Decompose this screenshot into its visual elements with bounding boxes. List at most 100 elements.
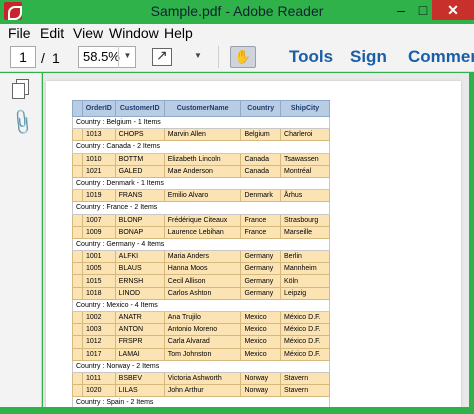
- group-row: Country : Belgium - 1 Items: [72, 115, 330, 130]
- cell-customername: Elizabeth Lincoln: [163, 152, 242, 166]
- comment-button[interactable]: Commen: [408, 47, 474, 67]
- group-row: Country : Denmark - 1 Items: [72, 176, 330, 191]
- cell-orderid: 1007: [82, 213, 116, 227]
- table-row: 1012 FRSPR Carla Alvarad Mexico México D.F.: [72, 335, 330, 349]
- cell-country: Canada: [240, 152, 282, 166]
- group-row: Country : Canada - 2 Items: [72, 140, 330, 154]
- paperclip-icon[interactable]: 📎: [7, 107, 37, 136]
- maximize-button[interactable]: □: [412, 0, 434, 20]
- column-header-customername: CustomerName: [163, 100, 242, 117]
- chevron-down-icon[interactable]: ▼: [118, 46, 136, 68]
- pdf-page: OrderID CustomerID CustomerName Country …: [46, 81, 461, 407]
- group-label: Country : France - 2 Items: [72, 201, 330, 215]
- table-row: 1019 FRANS Emilio Alvaro Denmark Århus: [72, 189, 330, 203]
- row-indent: [72, 371, 83, 386]
- table-row: 1003 ANTON Antonio Moreno Mexico México D.F.: [72, 323, 330, 337]
- cell-orderid: 1009: [82, 225, 116, 239]
- cell-shipcity: Charleroi: [280, 128, 330, 142]
- cell-orderid: 1002: [82, 310, 116, 325]
- cell-customername: Hanna Moos: [163, 262, 242, 276]
- group-label: Country : Belgium - 1 Items: [72, 115, 330, 130]
- document-area[interactable]: OrderID CustomerID CustomerName Country …: [43, 73, 469, 407]
- cell-customername: Frédérique Citeaux: [163, 213, 242, 227]
- cell-country: Canada: [240, 164, 282, 178]
- cell-shipcity: Stavern: [280, 384, 330, 398]
- cell-customerid: LINOD: [114, 286, 165, 300]
- cell-customerid: LILAS: [114, 384, 165, 398]
- tools-button[interactable]: Tools: [289, 47, 333, 67]
- cell-shipcity: Montréal: [280, 164, 330, 178]
- column-header-shipcity: ShipCity: [280, 100, 330, 117]
- cell-country: France: [240, 213, 282, 227]
- column-header-customerid: CustomerID: [114, 100, 165, 117]
- cell-shipcity: Mannheim: [280, 262, 330, 276]
- cell-country: Germany: [240, 262, 282, 276]
- cell-customerid: BSBEV: [114, 371, 165, 386]
- cell-orderid: 1013: [82, 128, 116, 142]
- hand-tool-icon[interactable]: ✋: [230, 46, 256, 68]
- cell-customerid: BOTTM: [114, 152, 165, 166]
- cell-orderid: 1010: [82, 152, 116, 166]
- table-row: 1001 ALFKI Maria Anders Germany Berlin: [72, 250, 330, 264]
- cell-country: Germany: [240, 250, 282, 264]
- cell-country: Denmark: [240, 189, 282, 203]
- cell-country: Mexico: [240, 323, 282, 337]
- menu-edit[interactable]: Edit: [40, 25, 64, 41]
- cell-orderid: 1005: [82, 262, 116, 276]
- table-body: Country : Belgium - 1 Items 1013 CHOPS Marv…: [72, 115, 330, 407]
- group-row: Country : France - 2 Items: [72, 201, 330, 215]
- cell-customerid: ERNSH: [114, 274, 165, 288]
- cell-customername: Carla Alvarad: [163, 335, 242, 349]
- row-indent: [72, 274, 83, 288]
- row-indent: [72, 262, 83, 276]
- group-row: Country : Spain - 2 Items: [72, 396, 330, 407]
- cell-customername: Maria Anders: [163, 250, 242, 264]
- orders-table: OrderID CustomerID CustomerName Country …: [72, 100, 330, 407]
- cell-customerid: CHOPS: [114, 128, 165, 142]
- menu-file[interactable]: File: [8, 25, 31, 41]
- close-button[interactable]: ✕: [432, 0, 474, 20]
- menu-view[interactable]: View: [73, 25, 103, 41]
- cell-customername: Ana Trujilo: [163, 310, 242, 325]
- chevron-down-icon[interactable]: ▼: [194, 51, 202, 60]
- minimize-button[interactable]: –: [390, 0, 412, 20]
- menu-bar: File Edit View Window Help: [0, 24, 474, 42]
- cell-customername: Tom Johnston: [163, 347, 242, 361]
- cell-country: Mexico: [240, 335, 282, 349]
- row-indent: [72, 384, 83, 398]
- fit-page-icon[interactable]: [152, 47, 172, 66]
- cell-customerid: GALED: [114, 164, 165, 178]
- cell-orderid: 1018: [82, 286, 116, 300]
- group-label: Country : Germany - 4 Items: [72, 237, 330, 252]
- indent-header: [72, 100, 83, 117]
- title-bar: Sample.pdf - Adobe Reader – □ ✕: [0, 0, 474, 24]
- cell-shipcity: Stavern: [280, 371, 330, 386]
- window-border-bottom: [0, 407, 474, 414]
- table-row: 1009 BONAP Laurence Lebihan France Marseille: [72, 225, 330, 239]
- pages-icon[interactable]: [12, 79, 30, 99]
- cell-customername: Cecil Allison: [163, 274, 242, 288]
- row-indent: [72, 189, 83, 203]
- menu-help[interactable]: Help: [164, 25, 193, 41]
- group-label: Country : Spain - 2 Items: [72, 396, 330, 407]
- table-row: 1018 LINOD Carlos Ashton Germany Leipzig: [72, 286, 330, 300]
- row-indent: [72, 335, 83, 349]
- table-row: 1013 CHOPS Marvin Allen Belgium Charleroi: [72, 128, 330, 142]
- row-indent: [72, 213, 83, 227]
- page-separator: /: [41, 50, 45, 66]
- cell-shipcity: Tsawassen: [280, 152, 330, 166]
- cell-orderid: 1012: [82, 335, 116, 349]
- table-row: 1002 ANATR Ana Trujilo Mexico México D.F.: [72, 310, 330, 325]
- row-indent: [72, 310, 83, 325]
- menu-window[interactable]: Window: [109, 25, 159, 41]
- cell-country: France: [240, 225, 282, 239]
- cell-customerid: FRSPR: [114, 335, 165, 349]
- table-row: 1021 GALED Mae Anderson Canada Montréal: [72, 164, 330, 178]
- cell-customerid: ANATR: [114, 310, 165, 325]
- cell-country: Mexico: [240, 310, 282, 325]
- row-indent: [72, 323, 83, 337]
- group-label: Country : Canada - 2 Items: [72, 140, 330, 154]
- sign-button[interactable]: Sign: [350, 47, 387, 67]
- cell-shipcity: Berlin: [280, 250, 330, 264]
- page-number-input[interactable]: 1: [10, 46, 36, 68]
